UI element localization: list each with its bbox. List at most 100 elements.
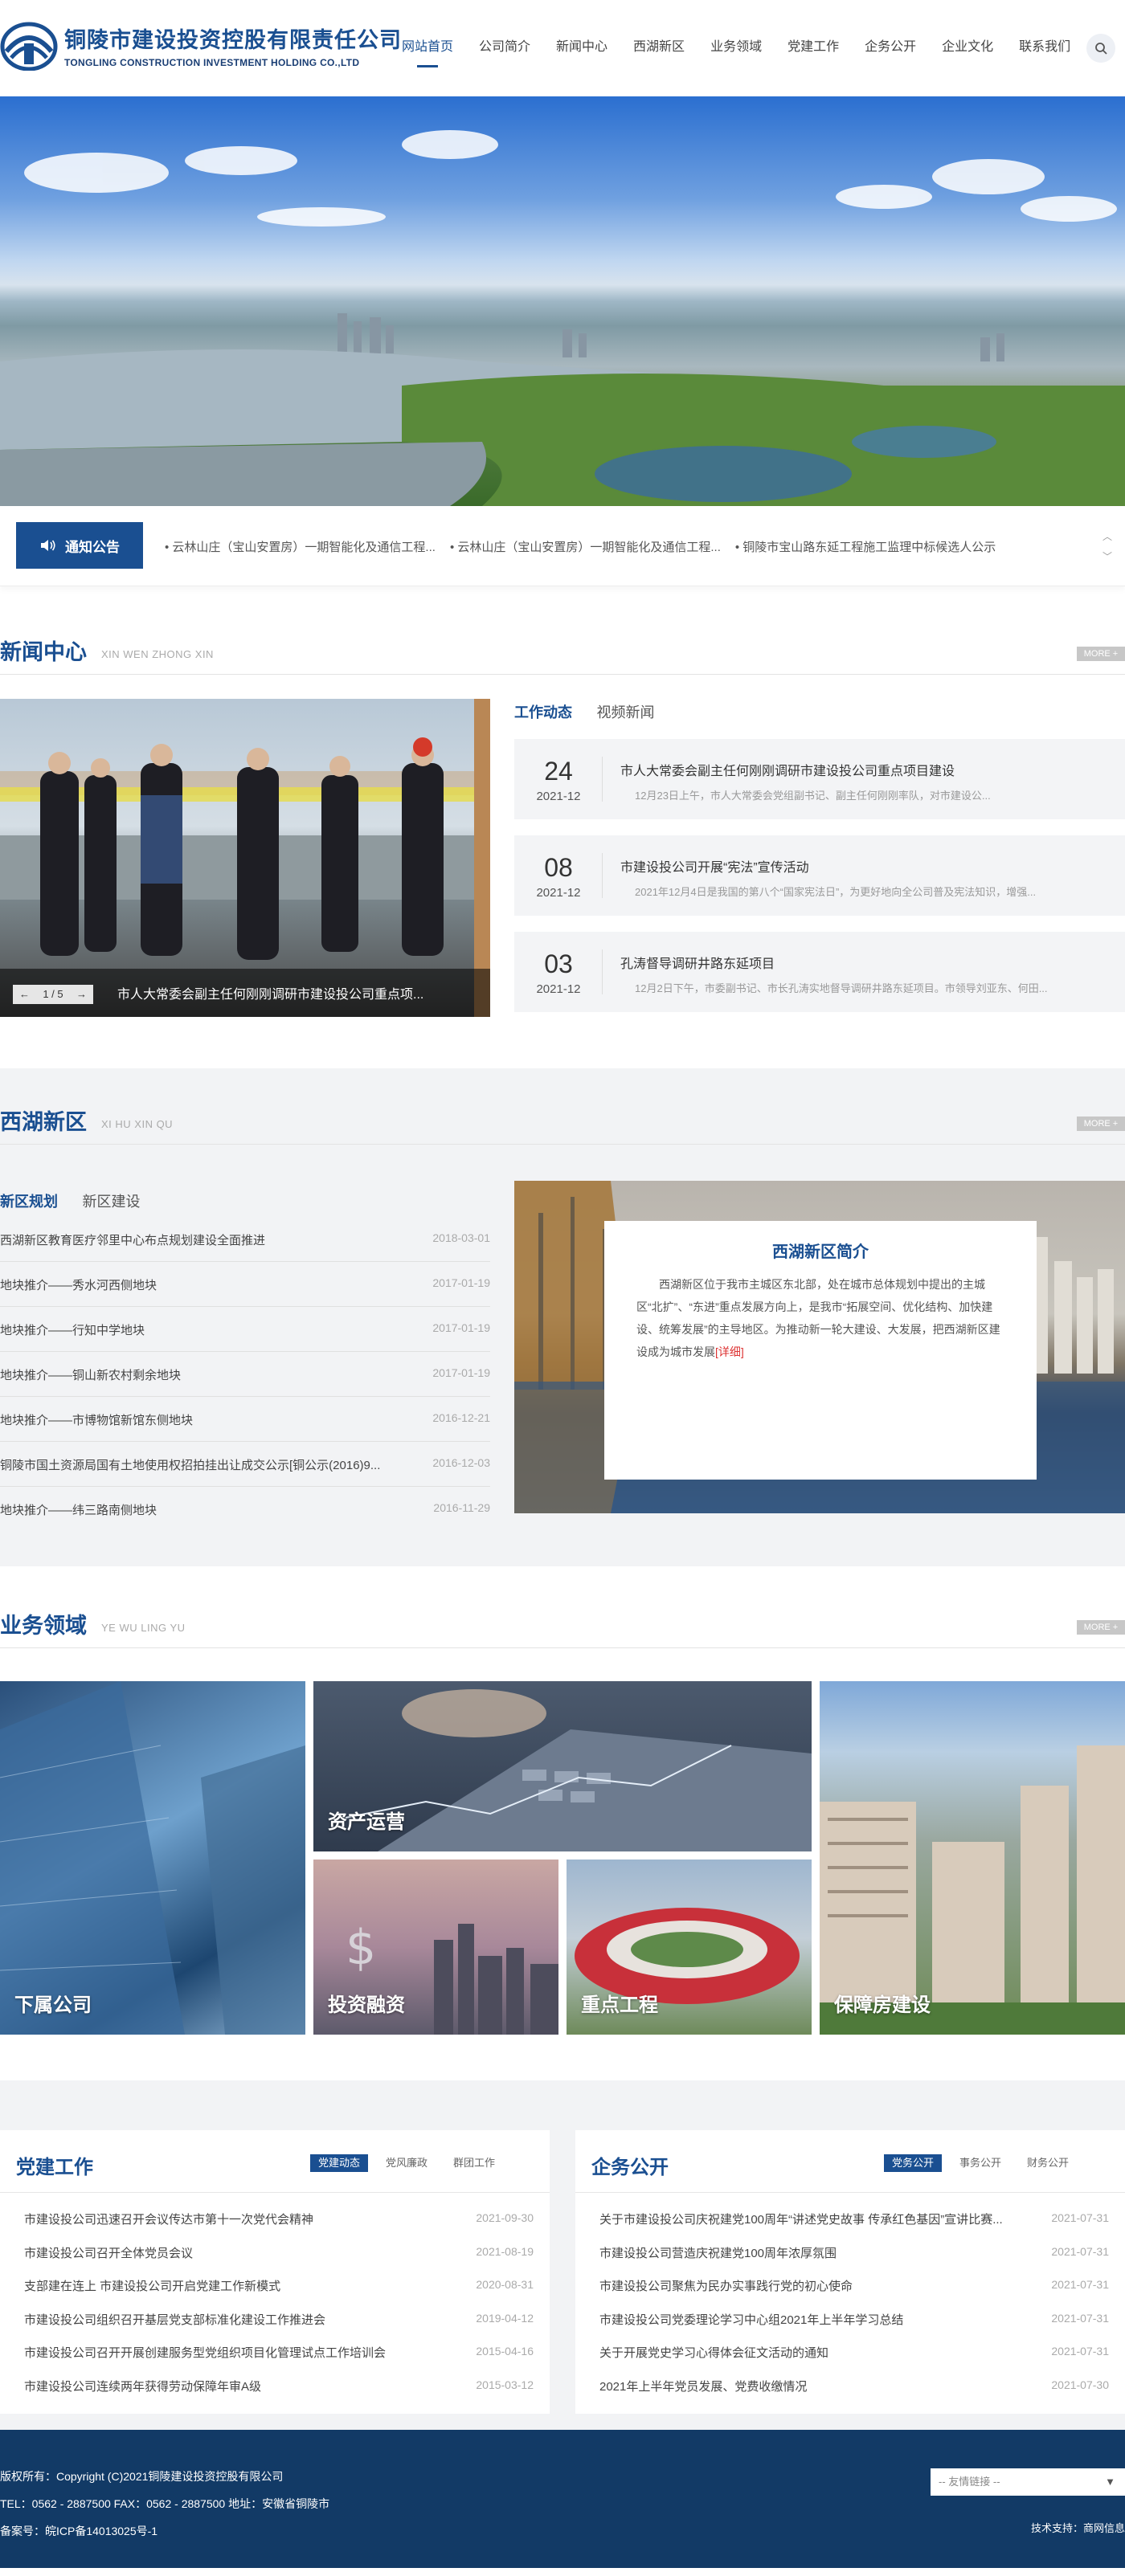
list-item[interactable]: 市建设投公司召开全体党员会议 2021-08-19	[16, 2235, 534, 2268]
photo-pager[interactable]: ← 1 / 5 →	[13, 985, 93, 1004]
tile-label: 投资融资	[328, 1994, 405, 2016]
news-item[interactable]: 08 2021-12 市建设投公司开展“宪法”宣传活动 2021年12月4日是我…	[514, 835, 1125, 916]
chevron-down-icon[interactable]: ﹀	[1099, 547, 1115, 567]
list-item[interactable]: 关于开展党史学习心得体会征文活动的通知 2021-07-31	[591, 2334, 1109, 2368]
list-item[interactable]: 市建设投公司迅速召开会议传达市第十一次党代会精神 2021-09-30	[16, 2201, 534, 2235]
list-item[interactable]: 地块推介——市博物馆新馆东侧地块 2016-12-21	[0, 1397, 490, 1442]
search-button[interactable]	[1086, 34, 1115, 63]
tab-financial-affairs[interactable]: 财务公开	[1019, 2154, 1077, 2172]
tab-planning[interactable]: 新区规划	[0, 1190, 58, 1211]
list-item-title[interactable]: 市建设投公司迅速召开会议传达市第十一次党代会精神	[24, 2211, 313, 2227]
footer-tech-support[interactable]: 技术支持：商网信息	[1031, 2520, 1125, 2535]
logo[interactable]: 铜陵市建设投资控股有限责任公司 TONGLING CONSTRUCTION IN…	[0, 19, 402, 71]
chevron-down-icon: ▼	[1105, 2476, 1115, 2488]
notice-item[interactable]: • 铜陵市宝山路东延工程施工监理中标候选人公示	[735, 538, 996, 555]
business-section: 业务领域 YE WU LING YU MORE + 下属公司 资产运营 $ 投资…	[0, 1566, 1125, 2080]
list-item[interactable]: 市建设投公司聚焦为民办实事践行党的初心使命 2021-07-31	[591, 2268, 1109, 2301]
tab-work-news[interactable]: 工作动态	[514, 701, 572, 722]
friend-links-select[interactable]: -- 友情链接 -- ▼	[931, 2468, 1125, 2496]
hero-banner[interactable]	[0, 96, 1125, 506]
list-item-title[interactable]: 市建设投公司聚焦为民办实事践行党的初心使命	[599, 2277, 853, 2294]
tile-key-projects[interactable]: 重点工程	[567, 1860, 812, 2035]
list-item-title[interactable]: 西湖新区教育医疗邻里中心布点规划建设全面推进	[0, 1231, 265, 1248]
list-item-title[interactable]: 关于市建设投公司庆祝建党100周年“讲述党史故事 传承红色基因”宣讲比赛...	[599, 2211, 1003, 2227]
tab-party-affairs[interactable]: 党务公开	[884, 2154, 943, 2172]
list-item[interactable]: 地块推介——秀水河西侧地块 2017-01-19	[0, 1262, 490, 1307]
nav-contact[interactable]: 联系我们	[1006, 0, 1083, 96]
tile-subsidiaries[interactable]: 下属公司	[0, 1681, 305, 2035]
xihu-title: 西湖新区	[0, 1110, 87, 1134]
tab-mass-work[interactable]: 群团工作	[445, 2154, 503, 2172]
list-item-title[interactable]: 市建设投公司组织召开基层党支部标准化建设工作推进会	[24, 2311, 325, 2328]
nav-business[interactable]: 业务领域	[698, 0, 775, 96]
photo-caption-text[interactable]: 市人大常委会副主任何刚刚调研市建设投公司重点项...	[117, 983, 423, 1002]
news-item[interactable]: 24 2021-12 市人大常委会副主任何刚刚调研市建设投公司重点项目建设 12…	[514, 739, 1125, 819]
tile-housing[interactable]: 保障房建设	[820, 1681, 1125, 2035]
company-name-cn: 铜陵市建设投资控股有限责任公司	[64, 27, 402, 52]
list-item-title[interactable]: 地块推介——行知中学地块	[0, 1321, 145, 1338]
list-item[interactable]: 市建设投公司连续两年获得劳动保障年审A级 2015-03-12	[16, 2368, 534, 2402]
tab-clean-government[interactable]: 党风廉政	[378, 2154, 436, 2172]
tab-business-affairs[interactable]: 事务公开	[951, 2154, 1009, 2172]
footer-icp[interactable]: 备案号：皖ICP备14013025号-1	[0, 2523, 158, 2539]
list-item-title[interactable]: 支部建在连上 市建设投公司开启党建工作新模式	[24, 2277, 280, 2294]
xihu-detail-link[interactable]: [详细]	[715, 1345, 744, 1358]
list-item[interactable]: 市建设投公司营造庆祝建党100周年浓厚氛围 2021-07-31	[591, 2235, 1109, 2268]
business-more-button[interactable]: MORE +	[1077, 1620, 1125, 1635]
list-item-title[interactable]: 地块推介——市博物馆新馆东侧地块	[0, 1411, 193, 1428]
list-item-title[interactable]: 市建设投公司召开全体党员会议	[24, 2244, 193, 2261]
tab-construction[interactable]: 新区建设	[82, 1190, 140, 1211]
list-item-title[interactable]: 市建设投公司营造庆祝建党100周年浓厚氛围	[599, 2244, 837, 2261]
nav-affairs[interactable]: 企务公开	[852, 0, 929, 96]
list-item-date: 2016-11-29	[433, 1501, 490, 1514]
chevron-right-icon[interactable]: →	[76, 985, 87, 1004]
list-item[interactable]: 支部建在连上 市建设投公司开启党建工作新模式 2020-08-31	[16, 2268, 534, 2301]
list-item[interactable]: 市建设投公司召开开展创建服务型党组织项目化管理试点工作培训会 2015-04-16	[16, 2334, 534, 2368]
tile-investment-financing[interactable]: $ 投资融资	[313, 1860, 558, 2035]
list-item[interactable]: 地块推介——行知中学地块 2017-01-19	[0, 1307, 490, 1352]
list-item-title[interactable]: 地块推介——秀水河西侧地块	[0, 1276, 157, 1293]
notice-item[interactable]: • 云林山庄（宝山安置房）一期智能化及通信工程...	[165, 538, 436, 555]
list-item[interactable]: 铜陵市国土资源局国有土地使用权招拍挂出让成交公示[铜公示(2016)9... 20…	[0, 1442, 490, 1487]
party-affairs-section: 党建工作 党建动态 党风廉政 群团工作 市建设投公司迅速召开会议传达市第十一次党…	[0, 2080, 1125, 2422]
list-item-title[interactable]: 市建设投公司召开开展创建服务型党组织项目化管理试点工作培训会	[24, 2344, 386, 2361]
list-item-title[interactable]: 关于开展党史学习心得体会征文活动的通知	[599, 2344, 828, 2361]
list-item-title[interactable]: 市建设投公司党委理论学习中心组2021年上半年学习总结	[599, 2311, 903, 2328]
nav-culture[interactable]: 企业文化	[929, 0, 1006, 96]
site-header: 铜陵市建设投资控股有限责任公司 TONGLING CONSTRUCTION IN…	[0, 0, 1125, 96]
list-item[interactable]: 西湖新区教育医疗邻里中心布点规划建设全面推进 2018-03-01	[0, 1217, 490, 1262]
xihu-list: 西湖新区教育医疗邻里中心布点规划建设全面推进 2018-03-01 地块推介——秀…	[0, 1217, 490, 1532]
news-item-title[interactable]: 孔涛督导调研井路东延项目	[620, 953, 775, 972]
news-more-button[interactable]: MORE +	[1077, 647, 1125, 661]
list-item-title[interactable]: 地块推介——纬三路南侧地块	[0, 1501, 157, 1518]
tab-party-news[interactable]: 党建动态	[310, 2154, 369, 2172]
nav-about[interactable]: 公司简介	[466, 0, 543, 96]
list-item[interactable]: 2021年上半年党员发展、党费收缴情况 2021-07-30	[591, 2368, 1109, 2402]
xihu-header: 西湖新区 XI HU XIN QU MORE +	[0, 1108, 1125, 1145]
tab-video-news[interactable]: 视频新闻	[596, 701, 654, 722]
tile-asset-operation[interactable]: 资产运营	[313, 1681, 812, 1851]
list-item[interactable]: 关于市建设投公司庆祝建党100周年“讲述党史故事 传承红色基因”宣讲比赛... 2…	[591, 2201, 1109, 2235]
list-item-title[interactable]: 地块推介——铜山新农村剩余地块	[0, 1366, 181, 1383]
list-item[interactable]: 市建设投公司党委理论学习中心组2021年上半年学习总结 2021-07-31	[591, 2301, 1109, 2335]
news-item-title[interactable]: 市人大常委会副主任何刚刚调研市建设投公司重点项目建设	[620, 760, 955, 779]
nav-news[interactable]: 新闻中心	[543, 0, 620, 96]
nav-party[interactable]: 党建工作	[775, 0, 852, 96]
party-title: 党建工作	[16, 2157, 93, 2178]
notice-item[interactable]: • 云林山庄（宝山安置房）一期智能化及通信工程...	[450, 538, 721, 555]
list-item[interactable]: 地块推介——铜山新农村剩余地块 2017-01-19	[0, 1352, 490, 1397]
list-item-title[interactable]: 2021年上半年党员发展、党费收缴情况	[599, 2378, 807, 2394]
list-item[interactable]: 地块推介——纬三路南侧地块 2016-11-29	[0, 1487, 490, 1532]
list-item-title[interactable]: 铜陵市国土资源局国有土地使用权招拍挂出让成交公示[铜公示(2016)9...	[0, 1456, 380, 1473]
list-item-title[interactable]: 市建设投公司连续两年获得劳动保障年审A级	[24, 2378, 261, 2394]
chevron-left-icon[interactable]: ←	[19, 985, 30, 1004]
list-item[interactable]: 市建设投公司组织召开基层党支部标准化建设工作推进会 2019-04-12	[16, 2301, 534, 2335]
xihu-more-button[interactable]: MORE +	[1077, 1117, 1125, 1131]
office-tower-image	[0, 1681, 305, 2035]
chevron-up-icon[interactable]: ︿	[1099, 527, 1115, 547]
nav-xihu[interactable]: 西湖新区	[620, 0, 698, 96]
news-photo-slider[interactable]: ← 1 / 5 → 市人大常委会副主任何刚刚调研市建设投公司重点项...	[0, 699, 490, 1017]
news-item[interactable]: 03 2021-12 孔涛督导调研井路东延项目 12月2日下午，市委副书记、市长…	[514, 932, 1125, 1012]
news-item-title[interactable]: 市建设投公司开展“宪法”宣传活动	[620, 856, 809, 876]
nav-home[interactable]: 网站首页	[389, 0, 466, 96]
